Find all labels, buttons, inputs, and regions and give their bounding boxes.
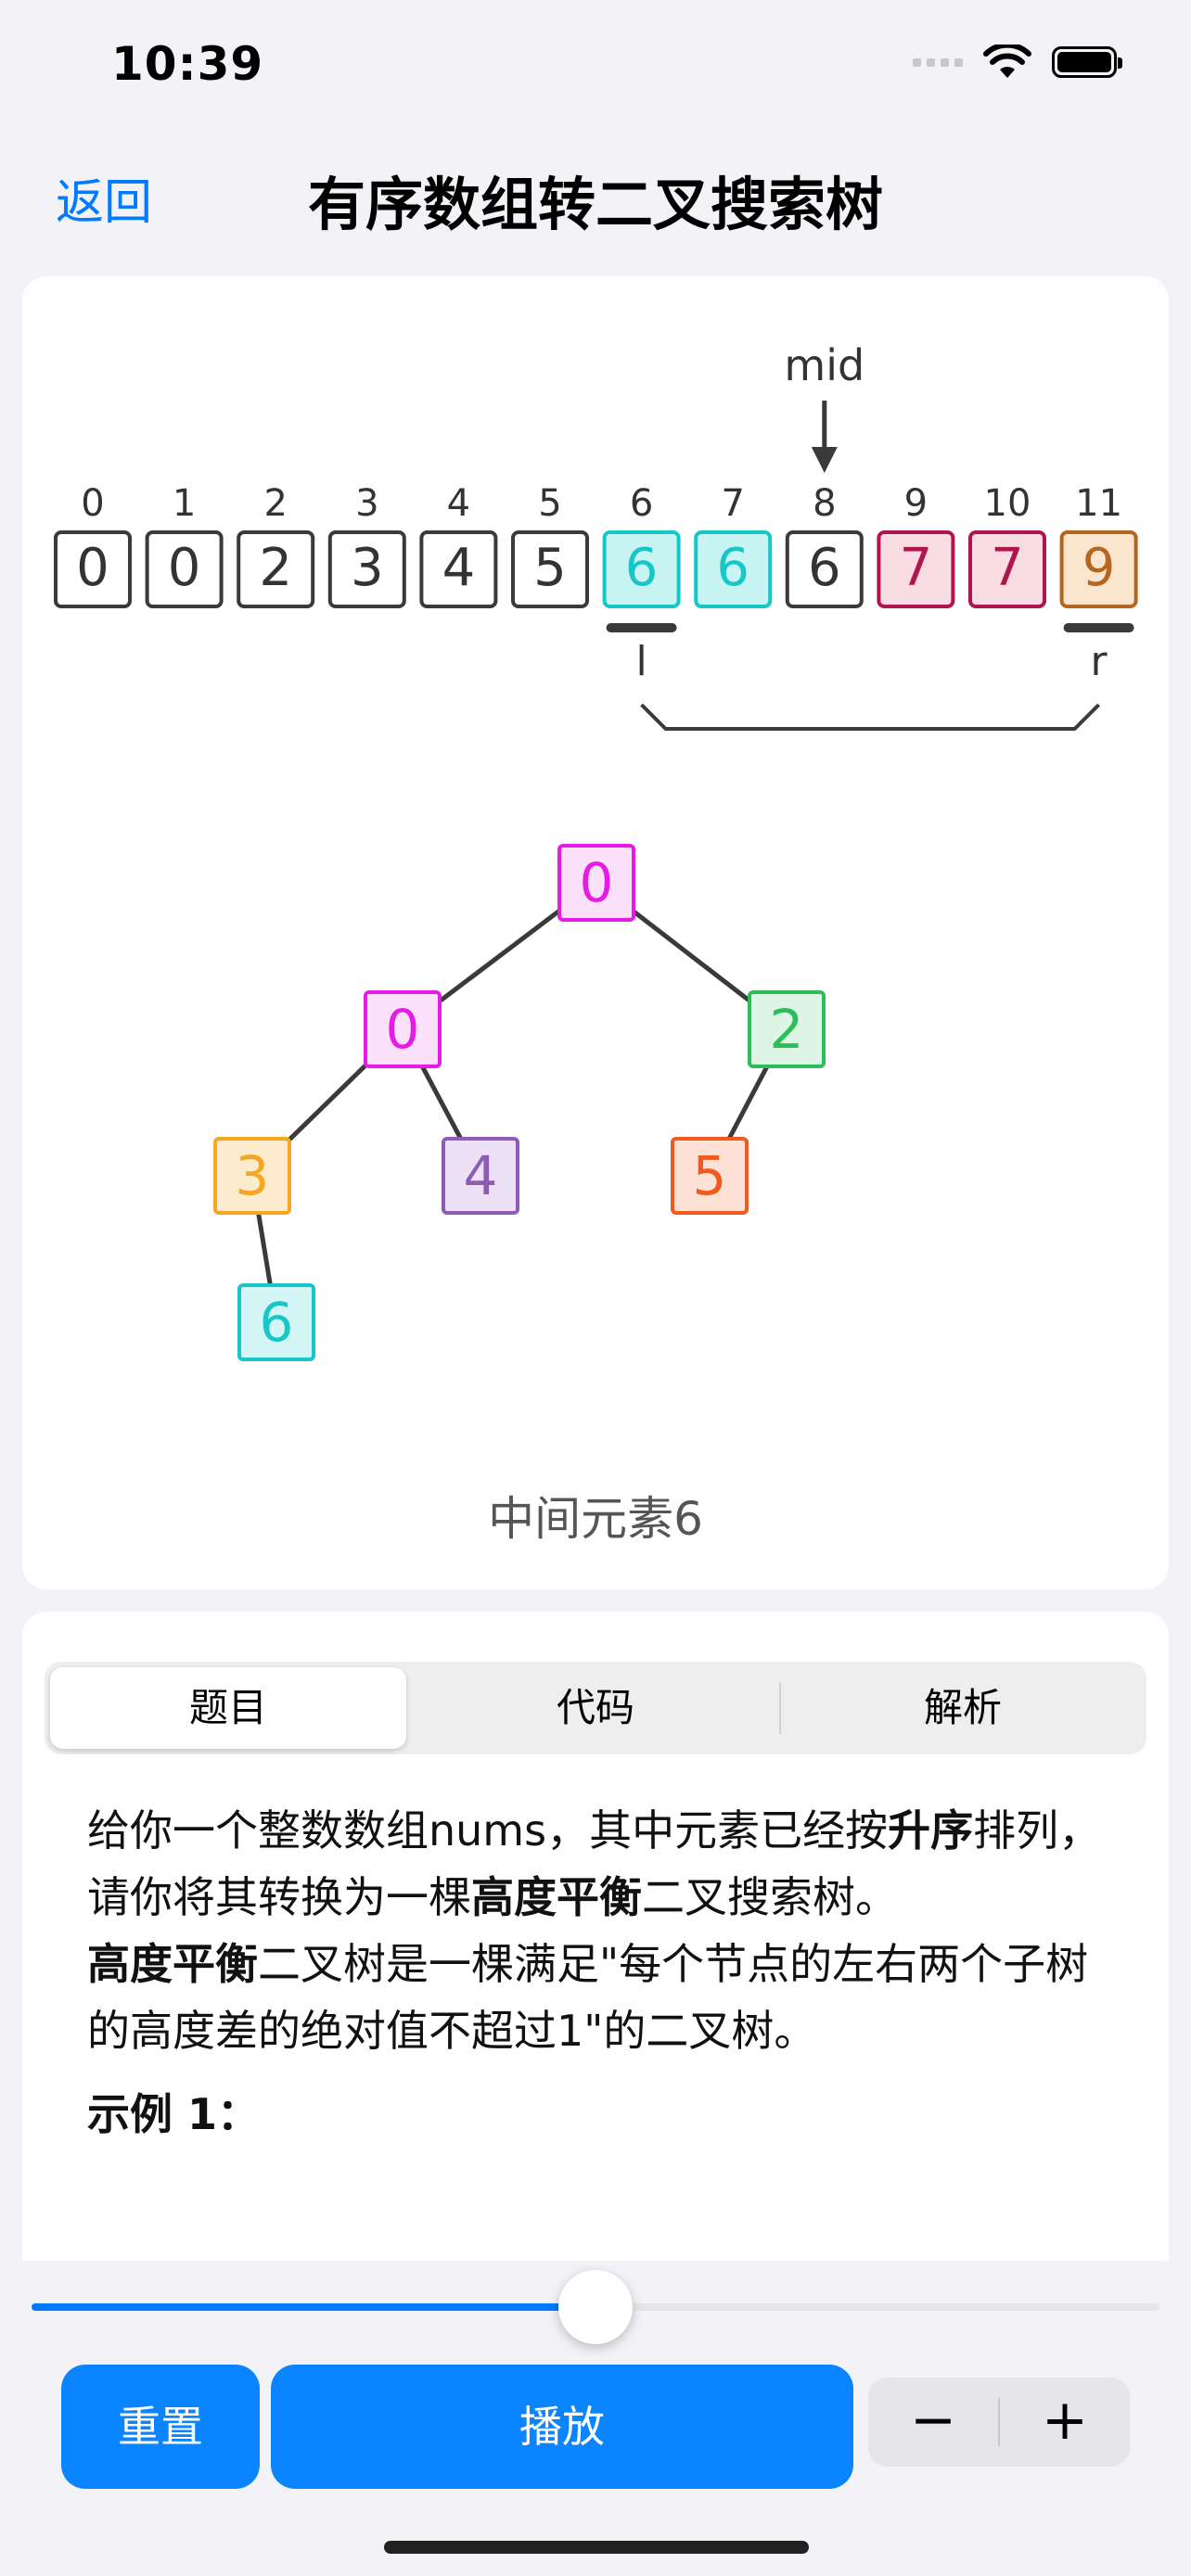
tree-node-value: 5 <box>693 1144 727 1207</box>
left-marker-bar <box>606 623 677 632</box>
page-title: 有序数组转二叉搜索树 <box>307 171 883 238</box>
desc-text: 给你一个整数数组nums，其中元素已经按 <box>87 1805 889 1855</box>
mid-pointer-arrow <box>811 447 838 473</box>
range-bracket <box>640 703 1101 731</box>
array-cell-value: 9 <box>1082 538 1116 598</box>
visualization-canvas: 00102233445566768697107119midl r00 23 4 56 <box>54 340 1138 1361</box>
left-marker-label: l <box>635 638 647 685</box>
array-cell-value: 6 <box>716 538 749 598</box>
progress-slider[interactable] <box>32 2270 1159 2344</box>
tab-code[interactable]: 代码 <box>417 1667 774 1749</box>
tree-node-value: 3 <box>236 1144 270 1207</box>
array-index-label: 10 <box>984 482 1031 525</box>
example-heading: 示例 1： <box>87 2089 261 2139</box>
description-card: 题目 代码 解析 给你一个整数数组nums，其中元素已经按升序排列，请你将其转换… <box>22 1612 1169 2261</box>
step-caption: 中间元素6 <box>488 1492 703 1546</box>
segment-divider <box>779 1682 781 1734</box>
array-index-label: 2 <box>263 482 287 525</box>
array-index-label: 11 <box>1075 482 1122 525</box>
speed-stepper: − + <box>868 2378 1130 2467</box>
array-index-label: 1 <box>173 482 196 525</box>
array-index-label: 6 <box>630 482 653 525</box>
array-cell-value: 6 <box>808 538 841 598</box>
array-cell-value: 3 <box>351 538 384 598</box>
desc-emphasis: 高度平衡 <box>87 1939 258 1989</box>
array-index-label: 8 <box>813 482 836 525</box>
array-cell-value: 6 <box>625 538 659 598</box>
array-cell-value: 0 <box>76 538 109 598</box>
array-cell-value: 0 <box>168 538 201 598</box>
desc-emphasis: 升序 <box>888 1805 974 1855</box>
tree-node-value: 6 <box>260 1291 294 1354</box>
array-cell-value: 2 <box>259 538 292 598</box>
cellular-signal-icon <box>913 57 963 67</box>
home-indicator <box>384 2541 809 2554</box>
array-cell-value: 7 <box>900 538 933 598</box>
mid-pointer-label: mid <box>784 340 864 390</box>
slider-thumb[interactable] <box>558 2270 633 2344</box>
tree-node-value: 2 <box>770 998 804 1061</box>
problem-description: 给你一个整数数组nums，其中元素已经按升序排列，请你将其转换为一棵高度平衡二叉… <box>87 1797 1108 2148</box>
desc-text: 二叉搜索树。 <box>642 1872 898 1922</box>
decrement-button[interactable]: − <box>868 2378 998 2467</box>
array-index-label: 7 <box>721 482 744 525</box>
array-index-label: 0 <box>81 482 104 525</box>
array-cell-value: 5 <box>533 538 567 598</box>
tab-analysis[interactable]: 解析 <box>785 1667 1141 1749</box>
visualization-card: 0 0 1 0 2 2 3 3 4 4 5 5 6 6 7 6 8 6 9 7 10 7 11 9 mid l r 0 0 2 3 4 5 6 中… <box>22 276 1169 1589</box>
tree-node-value: 4 <box>464 1144 498 1207</box>
right-marker-bar <box>1063 623 1134 632</box>
array-cell-value: 7 <box>991 538 1024 598</box>
array-cell-value: 4 <box>442 538 476 598</box>
play-button[interactable]: 播放 <box>271 2365 853 2489</box>
status-time: 10:39 <box>111 37 264 91</box>
battery-icon <box>1052 46 1122 78</box>
array-index-label: 5 <box>538 482 561 525</box>
array-index-label: 3 <box>355 482 378 525</box>
status-bar: 10:39 <box>0 0 1191 130</box>
desc-emphasis: 高度平衡 <box>471 1872 642 1922</box>
array-index-label: 9 <box>904 482 928 525</box>
wifi-icon <box>983 45 1031 78</box>
status-icons <box>913 45 1122 80</box>
segmented-control: 题目 代码 解析 <box>45 1662 1146 1754</box>
reset-button[interactable]: 重置 <box>61 2365 260 2489</box>
tab-problem[interactable]: 题目 <box>50 1667 406 1749</box>
right-marker-label: r <box>1091 638 1108 685</box>
tree-node-value: 0 <box>386 998 420 1061</box>
increment-button[interactable]: + <box>1000 2378 1130 2467</box>
array-index-label: 4 <box>447 482 470 525</box>
slider-fill <box>32 2303 596 2311</box>
tree-node-value: 0 <box>580 851 614 914</box>
